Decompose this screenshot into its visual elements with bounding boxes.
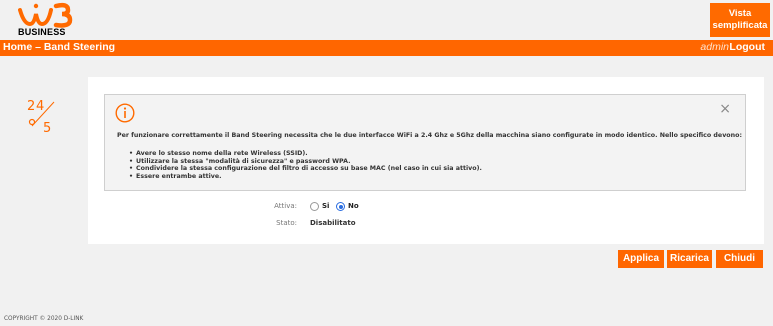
top-bar: BUSINESS Vista semplificata [0, 0, 773, 40]
band-steering-icon: 2 4 5 [27, 99, 55, 136]
breadcrumb: Home – Band Steering [3, 41, 116, 53]
info-icon [115, 103, 135, 123]
attiva-label: Attiva: [274, 202, 297, 210]
logo: BUSINESS [18, 2, 82, 38]
info-alert: × Per funzionare correttamente il Band S… [104, 94, 746, 191]
username: admin [700, 41, 729, 53]
logo-text: BUSINESS [18, 27, 66, 37]
attiva-no-radio[interactable] [336, 202, 345, 211]
list-item: Utilizzare la stessa "modalità di sicure… [129, 158, 482, 166]
nav-bar: Home – Band Steering admin Logout [0, 40, 773, 56]
list-item: Essere entrambe attive. [129, 173, 482, 181]
applica-button[interactable]: Applica [618, 250, 664, 268]
svg-text:2: 2 [27, 99, 35, 114]
attiva-si-label[interactable]: Si [322, 202, 329, 210]
list-item: Condividere la stessa configurazione del… [129, 165, 482, 173]
copyright: COPYRIGHT © 2020 D-LINK [4, 316, 84, 322]
close-icon[interactable]: × [719, 101, 731, 117]
list-item: Avere lo stesso nome della rete Wireless… [129, 150, 482, 158]
stato-label: Stato: [276, 219, 297, 227]
ricarica-button[interactable]: Ricarica [667, 250, 712, 268]
attiva-no-label[interactable]: No [348, 202, 359, 210]
alert-lead-text: Per funzionare correttamente il Band Ste… [117, 132, 742, 139]
attiva-row: Attiva: Si No [88, 201, 764, 213]
band-steering-panel: × Per funzionare correttamente il Band S… [88, 77, 764, 244]
stato-row: Stato: Disabilitato [88, 218, 764, 230]
requirements-list: Avere lo stesso nome della rete Wireless… [129, 150, 482, 180]
vista-semplificata-button[interactable]: Vista semplificata [710, 3, 770, 37]
w3-logo-icon [18, 2, 73, 28]
stato-value: Disabilitato [310, 219, 356, 227]
attiva-si-radio[interactable] [310, 202, 319, 211]
logout-button[interactable]: Logout [729, 41, 765, 53]
svg-text:4: 4 [36, 99, 44, 114]
svg-text:5: 5 [43, 121, 51, 136]
chiudi-button[interactable]: Chiudi [716, 250, 763, 268]
